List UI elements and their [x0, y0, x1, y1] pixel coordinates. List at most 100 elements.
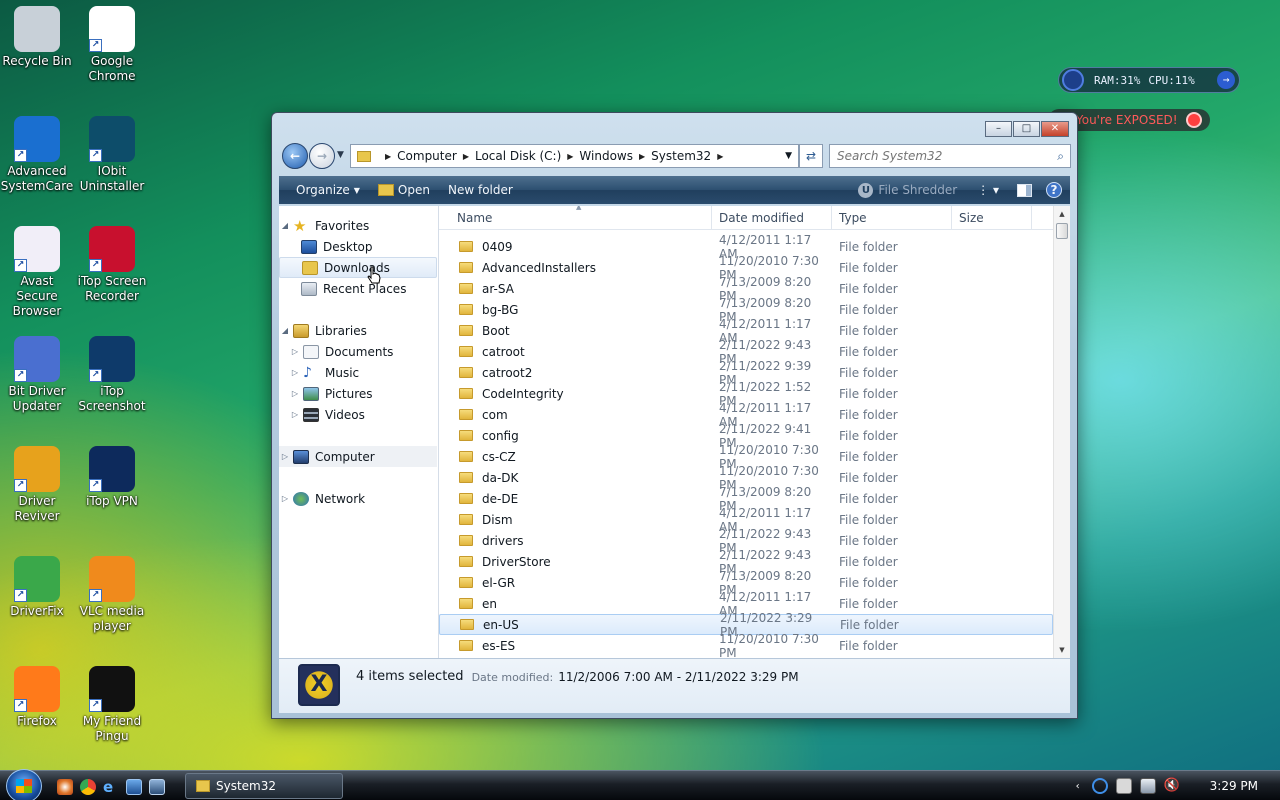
recent-pages-dropdown[interactable]: ▼: [337, 150, 344, 160]
file-shredder-button[interactable]: U File Shredder: [848, 182, 967, 198]
taskbar-button-system32[interactable]: System32: [185, 773, 343, 799]
scroll-down-icon[interactable]: ▼: [1054, 642, 1070, 658]
breadcrumb-separator-icon[interactable]: ▶: [639, 152, 645, 161]
quicklaunch-avast-icon[interactable]: [57, 779, 73, 795]
desktop-icon-itop-screen-recorder[interactable]: ↗ iTop Screen Recorder: [74, 220, 150, 304]
refresh-button[interactable]: ⇄: [799, 144, 823, 168]
collapse-icon[interactable]: ◢: [279, 221, 291, 230]
column-name[interactable]: ▲ Name: [439, 206, 712, 230]
address-dropdown-icon[interactable]: ▼: [785, 151, 792, 161]
file-name-cell: de-DE: [439, 492, 712, 506]
vertical-scrollbar[interactable]: ▲ ▼: [1053, 206, 1070, 658]
views-button[interactable]: ⋮ ▾: [967, 183, 1009, 197]
collapse-icon[interactable]: ◢: [279, 326, 291, 335]
address-bar[interactable]: ▶ Computer ▶ Local Disk (C:) ▶ Windows ▶ Syste…: [350, 144, 799, 168]
breadcrumb-item[interactable]: System32: [651, 149, 711, 163]
desktop-icon-iobit-uninstaller[interactable]: ↗ IObit Uninstaller: [74, 110, 150, 194]
nav-favorites[interactable]: ◢ ★ Favorites: [279, 215, 437, 236]
quicklaunch-chrome-icon[interactable]: [80, 779, 96, 795]
driverfix-icon: ↗: [14, 556, 60, 602]
desktop-icon-driverfix[interactable]: ↗ DriverFix: [0, 550, 75, 619]
start-button[interactable]: [6, 769, 42, 800]
breadcrumb-separator-icon[interactable]: ▶: [567, 152, 573, 161]
quicklaunch-ie-icon[interactable]: e: [103, 779, 119, 795]
desktop-icon-advanced-systemcare[interactable]: ↗ Advanced SystemCare: [0, 110, 75, 194]
recent-places-icon: [301, 281, 317, 296]
organize-button[interactable]: Organize ▼: [287, 178, 369, 202]
nav-recent-places-label: Recent Places: [323, 281, 407, 296]
nav-downloads[interactable]: Downloads: [279, 257, 437, 278]
minimize-button[interactable]: –: [985, 121, 1012, 137]
nav-music[interactable]: ▷ ♪ Music: [279, 362, 437, 383]
nav-recent-places[interactable]: Recent Places: [279, 278, 437, 299]
forward-button[interactable]: →: [309, 143, 335, 169]
breadcrumb-item[interactable]: Computer: [397, 149, 457, 163]
breadcrumb-item[interactable]: Windows: [579, 149, 633, 163]
clock[interactable]: 3:29 PM: [1210, 779, 1258, 793]
open-button[interactable]: Open: [369, 178, 439, 202]
column-headers: ▲ Name Date modified Type Size: [439, 206, 1053, 230]
new-folder-button[interactable]: New folder: [439, 178, 522, 202]
expand-icon[interactable]: ▷: [289, 347, 301, 356]
breadcrumb-item[interactable]: Local Disk (C:): [475, 149, 561, 163]
arrow-right-icon[interactable]: →: [1217, 71, 1235, 89]
desktop-icon-google-chrome[interactable]: ↗ Google Chrome: [74, 0, 150, 84]
help-button[interactable]: ?: [1046, 182, 1062, 198]
table-row[interactable]: es-ES 11/20/2010 7:30 PM File folder: [439, 632, 1053, 658]
expand-icon[interactable]: ▷: [289, 389, 301, 398]
nav-libraries[interactable]: ◢ Libraries: [279, 320, 437, 341]
column-size[interactable]: Size: [952, 206, 1032, 230]
nav-network[interactable]: ▷ Network: [279, 488, 437, 509]
folder-icon: [459, 598, 473, 609]
expand-icon[interactable]: ▷: [289, 368, 301, 377]
tray-network-icon[interactable]: [1139, 778, 1156, 794]
type-cell: File folder: [839, 239, 898, 254]
desktop-icon-avast-secure-browser[interactable]: ↗ Avast Secure Browser: [0, 220, 75, 319]
column-type[interactable]: Type: [832, 206, 952, 230]
show-hidden-icons-icon[interactable]: ‹: [1076, 781, 1080, 792]
desktop-icon-label: Bit Driver Updater: [8, 384, 66, 413]
breadcrumb-separator-icon[interactable]: ▶: [463, 152, 469, 161]
back-button[interactable]: ←: [282, 143, 308, 169]
file-name-cell: en: [439, 597, 712, 611]
desktop-icon-itop-vpn[interactable]: ↗ iTop VPN: [74, 440, 150, 509]
nav-pictures[interactable]: ▷ Pictures: [279, 383, 437, 404]
tray-volume-muted-icon[interactable]: 🔇: [1164, 778, 1180, 794]
desktop-icon-recycle-bin[interactable]: Recycle Bin: [0, 0, 75, 69]
desktop-icon-firefox[interactable]: ↗ Firefox: [0, 660, 75, 729]
ram-cpu-widget[interactable]: RAM:31% CPU:11% →: [1058, 67, 1240, 93]
file-rows: 0409 4/12/2011 1:17 AM File folder Advanced…: [439, 233, 1053, 658]
close-button[interactable]: ✕: [1041, 121, 1069, 137]
scroll-thumb[interactable]: [1056, 223, 1068, 239]
search-box[interactable]: ⌕: [829, 144, 1071, 168]
preview-pane-button[interactable]: [1017, 183, 1032, 197]
nav-documents[interactable]: ▷ Documents: [279, 341, 437, 362]
folder-icon: [459, 409, 473, 420]
column-date-modified[interactable]: Date modified: [712, 206, 832, 230]
quicklaunch-switch-windows-icon[interactable]: [149, 779, 165, 795]
nav-desktop[interactable]: Desktop: [279, 236, 437, 257]
desktop-icon-itop-screenshot[interactable]: ↗ iTop Screenshot: [74, 330, 150, 414]
desktop-icon-driver-reviver[interactable]: ↗ Driver Reviver: [0, 440, 75, 524]
file-shredder-label: File Shredder: [878, 183, 958, 197]
desktop-icon-vlc-media-player[interactable]: ↗ VLC media player: [74, 550, 150, 634]
search-icon[interactable]: ⌕: [1057, 149, 1064, 164]
desktop-icon-label: DriverFix: [10, 604, 64, 618]
nav-computer[interactable]: ▷ Computer: [279, 446, 437, 467]
folder-icon: [459, 451, 473, 462]
expand-icon[interactable]: ▷: [279, 452, 291, 461]
scroll-up-icon[interactable]: ▲: [1054, 206, 1070, 222]
breadcrumb-separator-icon[interactable]: ▶: [717, 152, 723, 161]
file-name: en-US: [483, 617, 519, 632]
quicklaunch-desktop-icon[interactable]: [126, 779, 142, 795]
search-input[interactable]: [837, 149, 1047, 163]
maximize-button[interactable]: □: [1013, 121, 1040, 137]
expand-icon[interactable]: ▷: [289, 410, 301, 419]
tray-systemcare-icon[interactable]: [1091, 778, 1108, 794]
pictures-icon: [303, 386, 319, 401]
desktop-icon-my-friend-pingu[interactable]: ↗ My Friend Pingu: [74, 660, 150, 744]
desktop-icon-bit-driver-updater[interactable]: ↗ Bit Driver Updater: [0, 330, 75, 414]
expand-icon[interactable]: ▷: [279, 494, 291, 503]
nav-videos[interactable]: ▷ Videos: [279, 404, 437, 425]
tray-security-icon[interactable]: [1115, 778, 1132, 794]
